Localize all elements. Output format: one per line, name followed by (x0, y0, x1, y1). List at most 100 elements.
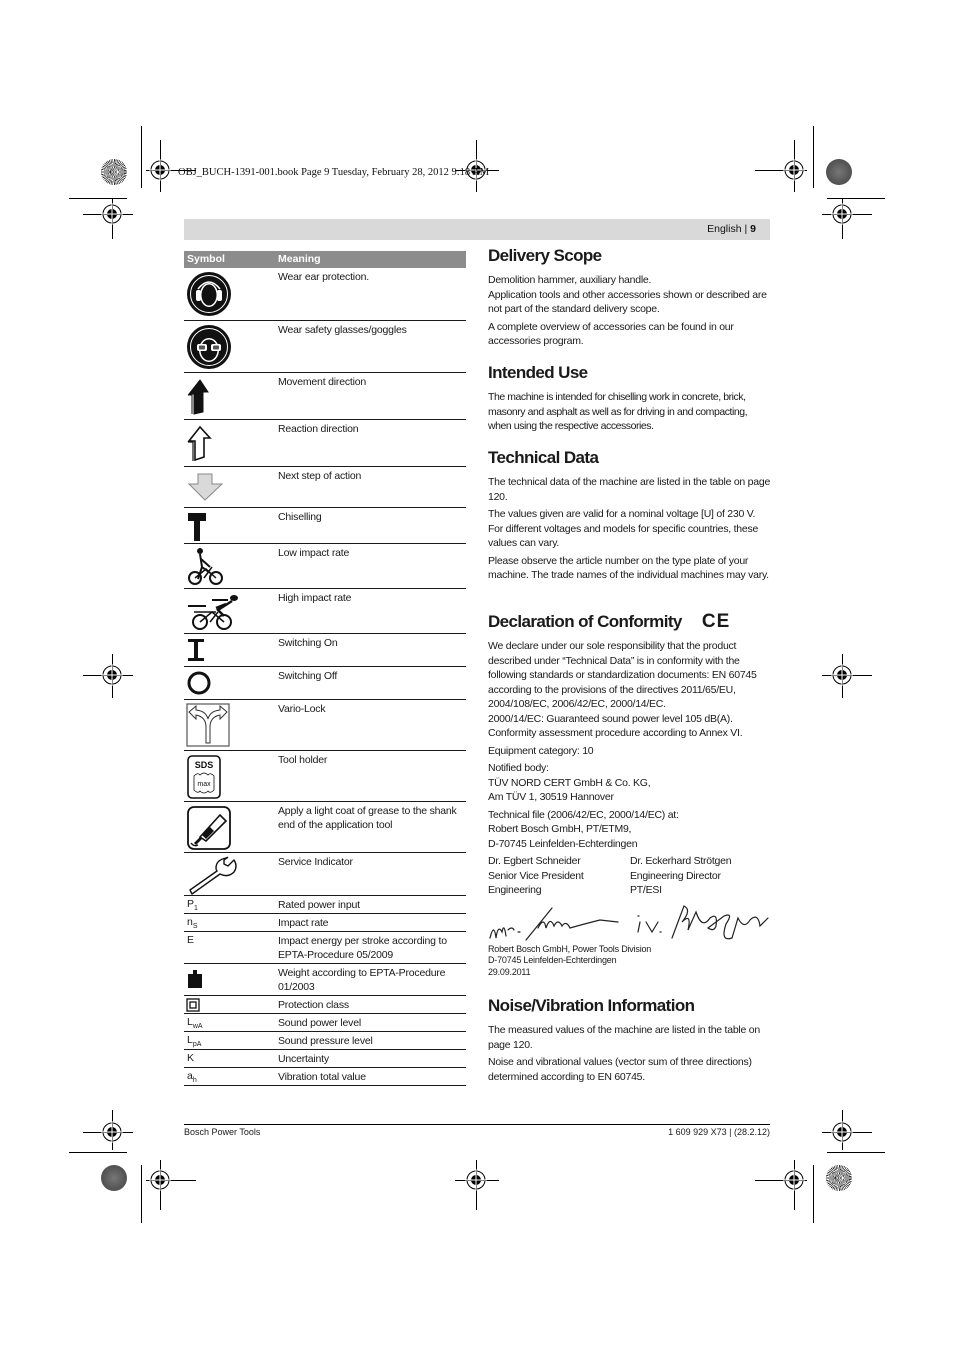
chisel-icon (188, 513, 206, 541)
row-meaning: Service Indicator (278, 856, 353, 868)
notified-body: Notified body: TÜV NORD CERT GmbH & Co. … (488, 761, 772, 805)
row-meaning: Apply a light coat of grease to the shan… (278, 805, 457, 831)
table-row: SDS max Tool holder (184, 751, 466, 802)
row-meaning: Tool holder (278, 754, 328, 766)
row-symbol: P1 (187, 898, 198, 912)
table-row: Next step of action (184, 467, 466, 508)
issuer-block: Robert Bosch GmbH, Power Tools Division … (488, 944, 772, 979)
row-meaning: Uncertainty (278, 1053, 329, 1065)
section-title: Declaration of Conformity (488, 612, 682, 631)
registration-mark-icon (465, 1169, 487, 1191)
weight-icon (188, 970, 202, 988)
section-noise-vibration: Noise/Vibration Information The measured… (488, 996, 772, 1084)
symbol-letter: P (187, 898, 195, 910)
paragraph: TÜV NORD CERT GmbH & Co. KG, (488, 776, 651, 789)
page-label: English | 9 (707, 223, 756, 235)
paragraph: The values given are valid for a nominal… (488, 508, 759, 549)
row-symbol: E (187, 934, 194, 946)
table-row: Protection class (184, 996, 466, 1014)
language-label: English (707, 223, 742, 235)
issuer-line: D-70745 Leinfelden-Echterdingen (488, 955, 617, 965)
color-rosette-icon (101, 1165, 127, 1191)
table-row: nS Impact rate (184, 914, 466, 932)
section-declaration-of-conformity: Declaration of Conformity CE We declare … (488, 612, 772, 978)
table-row: LwA Sound power level (184, 1014, 466, 1032)
table-row: Reaction direction (184, 420, 466, 467)
registration-mark-icon (149, 1169, 171, 1191)
section-heading: Noise/Vibration Information (488, 996, 695, 1015)
page-header-bar: English | 9 (184, 219, 770, 240)
row-meaning: High impact rate (278, 592, 352, 604)
row-meaning: Vibration total value (278, 1071, 366, 1083)
row-meaning: Rated power input (278, 899, 360, 911)
row-meaning: Impact rate (278, 917, 329, 929)
signature-stroke (489, 926, 521, 939)
table-row: E Impact energy per stroke according to … (184, 932, 466, 964)
paragraph: The machine is intended for chiselling w… (488, 391, 748, 432)
paragraph: Noise and vibrational values (vector sum… (488, 1056, 752, 1083)
movement-direction-arrow-icon (187, 379, 209, 415)
table-row: Chiselling (184, 508, 466, 544)
section-heading: Delivery Scope (488, 246, 602, 265)
row-symbol: LpA (187, 1034, 201, 1048)
symbol-subscript: pA (192, 1041, 202, 1049)
next-step-arrow-icon (187, 473, 224, 501)
signatories: Dr. Egbert Schneider Senior Vice Preside… (488, 854, 772, 898)
registration-mark-icon (831, 203, 853, 225)
table-row: LpA Sound pressure level (184, 1032, 466, 1050)
table-header: Symbol Meaning (184, 251, 466, 268)
footer-rule (184, 1124, 770, 1125)
section-intended-use: Intended Use The machine is intended for… (488, 363, 772, 434)
crop-mark (69, 198, 127, 199)
paragraph: Am TÜV 1, 30519 Hannover (488, 791, 614, 803)
section-delivery-scope: Delivery Scope Demolition hammer, auxili… (488, 246, 772, 349)
paragraph: Demolition hammer, auxiliary handle. (488, 274, 652, 286)
signatory-name: Dr. Egbert Schneider (488, 855, 581, 867)
registration-mark-icon (831, 664, 853, 686)
signature-stroke (637, 914, 662, 933)
symbol-subscript: wA (192, 1023, 203, 1031)
separator: | (744, 223, 748, 235)
table-row: K Uncertainty (184, 1050, 466, 1068)
signatures-image (489, 904, 769, 941)
issuer-line: Robert Bosch GmbH, Power Tools Division (488, 943, 652, 954)
row-meaning: Weight according to EPTA-Procedure 01/20… (278, 967, 446, 993)
symbol-subscript: S (192, 923, 198, 931)
registration-mark-icon (783, 159, 805, 181)
ear-protection-icon (187, 272, 231, 316)
crop-mark (141, 1165, 142, 1223)
paragraph: 2000/14/EC: Guaranteed sound power level… (488, 712, 743, 740)
signatory: Dr. Eckerhard Strötgen Engineering Direc… (630, 854, 772, 898)
crop-mark (141, 126, 142, 188)
paragraph: Technical file (2006/42/EC, 2000/14/EC) … (488, 808, 679, 821)
registration-mark-icon (831, 1121, 853, 1143)
table-row: Service Indicator (184, 853, 466, 896)
row-symbol: ah (187, 1070, 197, 1084)
registration-mark-icon (101, 203, 123, 225)
table-row: High impact rate (184, 589, 466, 634)
row-meaning: Next step of action (278, 470, 362, 482)
footer-doc-number: 1 609 929 X73 | (28.2.12) (668, 1127, 770, 1137)
crop-mark (69, 1152, 127, 1153)
table-row: Switching On (184, 634, 466, 667)
paragraph: The technical data of the machine are li… (488, 476, 771, 503)
table-row: Weight according to EPTA-Procedure 01/20… (184, 964, 466, 996)
table-row: Movement direction (184, 373, 466, 420)
row-meaning: Reaction direction (278, 423, 359, 435)
paragraph: Application tools and other accessories … (488, 288, 767, 316)
page-number: 9 (750, 223, 756, 235)
row-meaning: Vario-Lock (278, 703, 326, 715)
column-header-meaning: Meaning (278, 253, 321, 265)
paragraph: We declare under our sole responsibility… (488, 640, 757, 710)
sds-max-icon: SDS max (187, 755, 221, 799)
switch-off-icon (187, 671, 211, 695)
row-meaning: Switching On (278, 637, 338, 649)
symbol-subscript: h (192, 1077, 197, 1085)
sds-label: SDS (195, 760, 214, 770)
table-row: ah Vibration total value (184, 1068, 466, 1086)
paragraph: Robert Bosch GmbH, PT/ETM9, (488, 823, 632, 835)
crop-mark (827, 198, 885, 199)
row-meaning: Wear ear protection. (278, 271, 369, 283)
section-heading: Declaration of Conformity CE (488, 612, 772, 632)
table-row: Wear safety glasses/goggles (184, 321, 466, 373)
